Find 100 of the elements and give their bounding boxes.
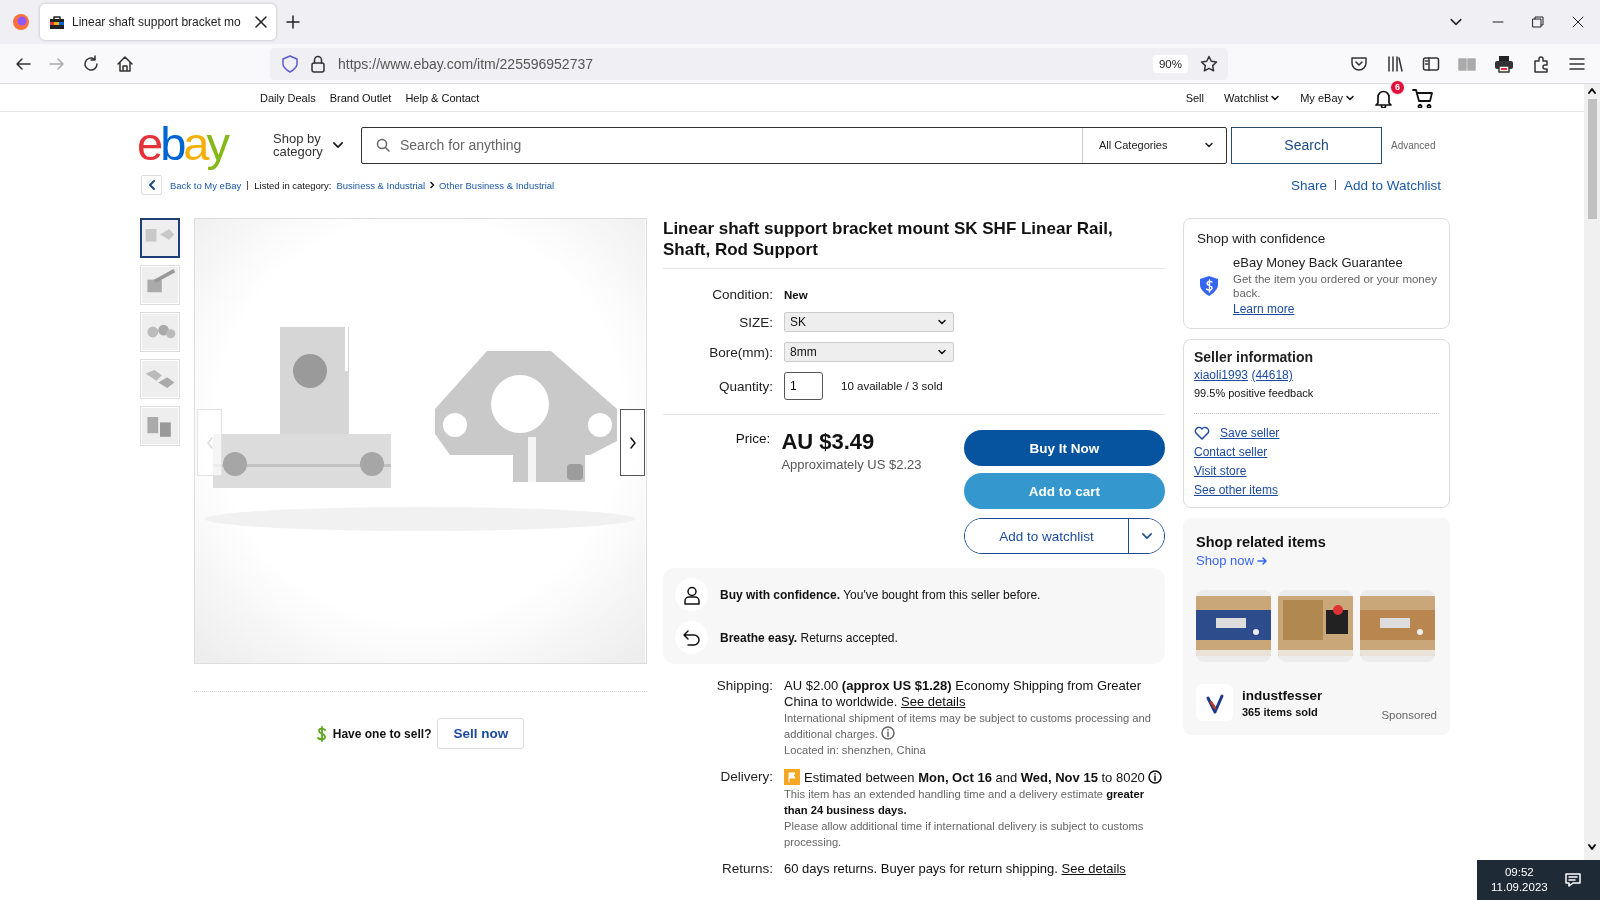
breadcrumb-link[interactable]: Business & Industrial [336, 179, 426, 191]
nav-dropdown[interactable]: Watchlist [1224, 91, 1281, 104]
zoom-level[interactable]: 90% [1152, 54, 1188, 73]
card-title: Shop with confidence [1197, 231, 1327, 246]
chevron-down-icon [1204, 140, 1214, 150]
condition-label: Condition: [711, 287, 773, 302]
detail-label: Delivery: [719, 769, 773, 786]
thumbnail[interactable] [140, 218, 180, 258]
flag-icon [784, 769, 800, 785]
sell-now-button[interactable]: Sell now [437, 718, 525, 749]
assurance-text: Breathe easy. Returns accepted. [720, 630, 898, 645]
chevron-down-icon [937, 317, 947, 327]
info-icon [880, 726, 895, 740]
items-sold: 365 items sold [1242, 705, 1319, 718]
quantity-label: Quantity: [717, 378, 773, 394]
seller-name-link[interactable]: xiaoli1993 [1194, 368, 1249, 382]
scroll-up-icon[interactable] [1587, 86, 1597, 96]
category-label: Listed in category: [254, 179, 332, 191]
home-icon[interactable] [116, 54, 134, 73]
dollar-icon [316, 725, 327, 742]
chevron-left-icon [146, 179, 157, 191]
card-title: Seller information [1194, 349, 1315, 365]
related-item[interactable] [1196, 590, 1271, 662]
search-button[interactable]: Search [1231, 126, 1382, 164]
chevron-right-icon [627, 435, 638, 450]
feedback-score-link[interactable]: (44618) [1251, 368, 1293, 382]
nav-link[interactable]: Brand Outlet [329, 91, 392, 104]
detail-label: Returns: [720, 861, 773, 877]
see-details-link[interactable]: See details [901, 694, 966, 709]
sponsored-label: Sponsored [1381, 709, 1437, 721]
lock-icon [310, 54, 326, 73]
notifications-icon[interactable] [1563, 871, 1582, 889]
browser-tab[interactable]: Linear shaft support bracket mo [40, 4, 276, 40]
shop-by-category-dropdown[interactable]: Shop by category [273, 132, 353, 158]
next-image-button[interactable] [620, 409, 645, 476]
guarantee-text: Get the item you ordered or your money back. [1233, 272, 1437, 300]
share-link[interactable]: Share [1290, 177, 1327, 193]
nav-link[interactable]: Sell [1185, 91, 1204, 104]
see-details-link[interactable]: See details [1061, 861, 1126, 876]
close-icon[interactable] [1572, 16, 1584, 28]
library-icon[interactable] [1386, 54, 1404, 73]
back-link[interactable]: Back to My eBay [170, 179, 242, 191]
feedback-text: 99.5% positive feedback [1194, 387, 1439, 414]
seller-link[interactable]: Contact seller [1194, 445, 1268, 459]
buy-it-now-button[interactable]: Buy It Now [963, 430, 1165, 466]
extensions-icon[interactable] [1532, 54, 1550, 73]
option-select[interactable]: 8mm [784, 342, 954, 362]
shop-now-link[interactable]: Shop now [1196, 553, 1437, 568]
return-arrow-icon [681, 627, 702, 648]
shield-icon [282, 54, 298, 73]
detail-text: 60 days returns. Buyer pays for return shipping. See details [784, 861, 1127, 877]
quantity-field[interactable]: 1 [784, 372, 823, 400]
shield-dollar-icon [1199, 274, 1219, 297]
learn-more-link[interactable]: Learn more [1233, 302, 1437, 316]
breadcrumb-link[interactable]: Other Business & Industrial [439, 179, 555, 191]
item-title: Linear shaft support bracket mount SK SHF Linear Rail, Shaft, Rod Support [663, 218, 1165, 269]
approximate-price: Approximately US $2.23 [781, 457, 923, 472]
restore-icon[interactable] [1532, 16, 1544, 28]
address-bar[interactable]: https://www.ebay.com/itm/225596952737 90% [270, 47, 1228, 80]
new-tab-icon[interactable] [286, 15, 300, 29]
search-field[interactable]: Search for anything [362, 137, 1082, 153]
pocket-icon[interactable] [1350, 54, 1368, 73]
arrow-right-icon [1256, 555, 1267, 566]
seller-link[interactable]: See other items [1194, 483, 1279, 497]
assurance-text: Buy with confidence. You've bought from this seller before. [720, 587, 1041, 602]
close-icon[interactable] [255, 16, 267, 28]
guarantee-heading: eBay Money Back Guarantee [1233, 255, 1404, 270]
save-seller-link[interactable]: Save seller [1220, 426, 1280, 440]
scrollbar-thumb[interactable] [1587, 99, 1597, 219]
reload-icon[interactable] [82, 54, 100, 73]
back-button[interactable] [141, 175, 162, 195]
scrollbar[interactable] [1587, 86, 1597, 852]
bookmark-star-icon[interactable] [1200, 54, 1218, 73]
scroll-down-icon[interactable] [1587, 842, 1597, 852]
shopping-bag-icon [49, 14, 65, 30]
related-item[interactable] [1278, 590, 1353, 662]
chevron-left-icon [204, 435, 215, 450]
person-icon [681, 584, 702, 605]
detail-note: This item has an extended handling time and a delivery estimate greater than 24 business days. [784, 787, 1146, 818]
watchlist-dropdown-button[interactable] [1128, 519, 1164, 553]
detail-label: Shipping: [715, 678, 773, 695]
detail-note: Please allow additional time if international delivery is subject to customs processing. [784, 819, 1145, 850]
add-to-watchlist-link[interactable]: Add to Watchlist [1343, 177, 1441, 193]
sidebar-icon[interactable] [1422, 54, 1440, 73]
option-select[interactable]: SK [784, 312, 954, 332]
sell-prompt: Have one to sell? [332, 726, 432, 741]
advanced-search-link[interactable]: Advanced [1391, 139, 1436, 151]
availability-text: 10 available / 3 sold [841, 380, 943, 392]
panel-title: Shop related items [1196, 534, 1327, 550]
nav-dropdown[interactable]: My eBay [1300, 91, 1355, 104]
nav-link[interactable]: Help & Contact [405, 91, 480, 104]
cart-icon[interactable] [1412, 87, 1434, 108]
detail-text: AU $2.00 (approx US $1.28) Economy Shipping from Greater China to worldwide. See details [784, 678, 1142, 710]
option-label: SIZE: [738, 314, 773, 330]
seller-link[interactable]: Visit store [1194, 464, 1247, 478]
print-icon[interactable] [1494, 54, 1514, 73]
category-dropdown[interactable]: All Categories [1082, 127, 1226, 163]
detail-note: Located in: shenzhen, China [784, 743, 927, 758]
price: AU $3.49 [781, 429, 876, 455]
nav-link[interactable]: Daily Deals [260, 91, 316, 104]
